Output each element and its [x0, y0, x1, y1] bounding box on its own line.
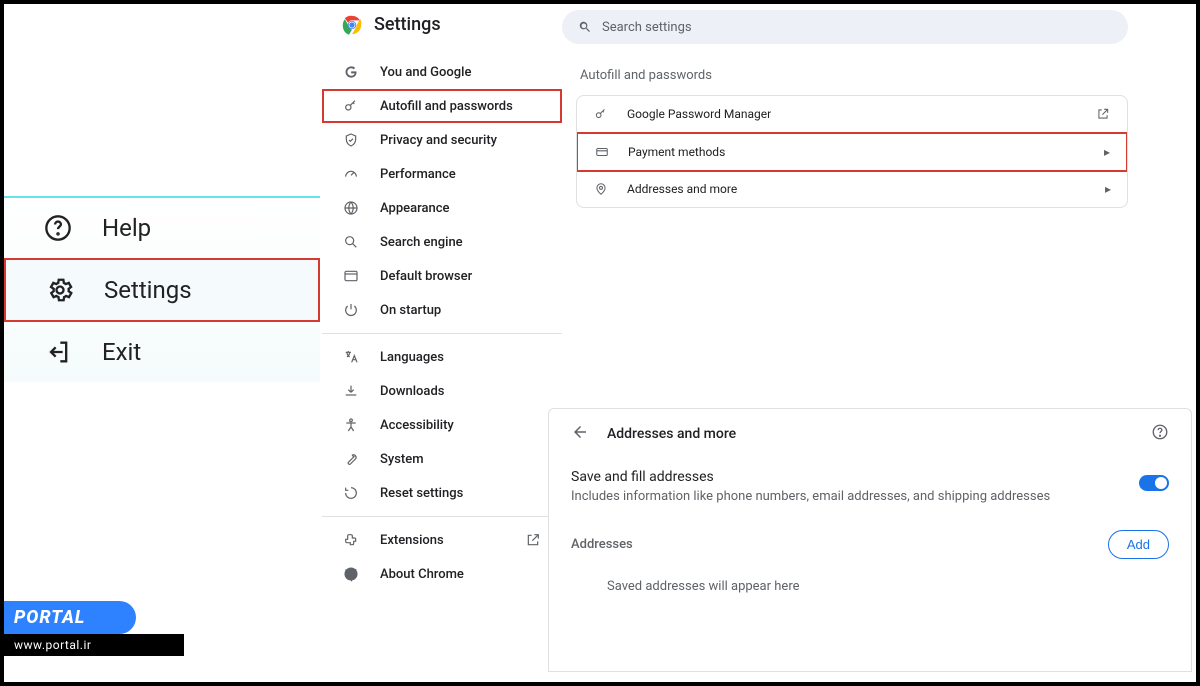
row-label: Payment methods — [628, 145, 1086, 159]
nav-label: On startup — [380, 303, 441, 318]
nav-about[interactable]: About Chrome — [322, 557, 562, 591]
shield-icon — [342, 131, 360, 149]
nav-extensions[interactable]: Extensions — [322, 523, 562, 557]
credit-card-icon — [594, 144, 610, 160]
portal-url: www.portal.ir — [4, 634, 184, 656]
row-password-manager[interactable]: Google Password Manager — [577, 96, 1127, 133]
addresses-header-row: Addresses Add — [571, 530, 1169, 559]
speedometer-icon — [342, 165, 360, 183]
nav-group-1: You and Google Autofill and passwords Pr… — [322, 49, 562, 334]
wrench-icon — [342, 450, 360, 468]
chrome-logo-icon — [342, 15, 362, 35]
search-settings-input[interactable]: Search settings — [562, 10, 1128, 44]
save-fill-title: Save and fill addresses — [571, 469, 1139, 485]
extension-icon — [342, 531, 360, 549]
row-label: Addresses and more — [627, 182, 1087, 196]
nav-label: Reset settings — [380, 486, 463, 501]
portal-brand: PORTAL — [4, 601, 136, 634]
subpanel-title: Addresses and more — [607, 426, 1133, 442]
key-icon — [593, 106, 609, 122]
section-title: Autofill and passwords — [580, 68, 1186, 83]
nav-search-engine[interactable]: Search engine — [322, 225, 562, 259]
open-external-icon — [524, 531, 542, 549]
settings-header: Settings — [322, 10, 562, 49]
google-g-icon — [342, 63, 360, 81]
app-menu-settings[interactable]: Settings — [4, 258, 320, 322]
reset-icon — [342, 484, 360, 502]
row-payment-methods[interactable]: Payment methods ▸ — [576, 132, 1128, 172]
chrome-outline-icon — [342, 565, 360, 583]
power-icon — [342, 301, 360, 319]
settings-title: Settings — [374, 14, 441, 35]
nav-label: Accessibility — [380, 418, 454, 433]
exit-icon — [44, 338, 72, 366]
portal-watermark: PORTAL www.portal.ir — [4, 601, 184, 656]
save-fill-desc: Includes information like phone numbers,… — [571, 489, 1139, 504]
addresses-label: Addresses — [571, 537, 1108, 552]
nav-label: You and Google — [380, 65, 471, 80]
nav-you-and-google[interactable]: You and Google — [322, 55, 562, 89]
app-menu-help-label: Help — [102, 214, 151, 242]
help-circle-icon — [1151, 423, 1169, 441]
add-address-button[interactable]: Add — [1108, 530, 1169, 559]
search-icon — [342, 233, 360, 251]
settings-main: Search settings Autofill and passwords G… — [562, 10, 1186, 672]
nav-label: Default browser — [380, 269, 472, 284]
nav-label: Languages — [380, 350, 444, 365]
translate-icon — [342, 348, 360, 366]
search-icon — [578, 20, 592, 34]
nav-group-3: Extensions About Chrome — [322, 517, 562, 597]
app-menu-help[interactable]: Help — [4, 198, 320, 258]
key-icon — [342, 97, 360, 115]
nav-label: Appearance — [380, 201, 449, 216]
back-button[interactable] — [571, 423, 589, 445]
nav-privacy[interactable]: Privacy and security — [322, 123, 562, 157]
app-menu-exit[interactable]: Exit — [4, 322, 320, 382]
row-addresses[interactable]: Addresses and more ▸ — [577, 171, 1127, 207]
app-menu-settings-label: Settings — [104, 276, 192, 304]
arrow-left-icon — [571, 423, 589, 441]
nav-label: Extensions — [380, 533, 504, 548]
empty-addresses-message: Saved addresses will appear here — [607, 579, 1169, 594]
nav-label: Privacy and security — [380, 133, 497, 148]
subpanel-help-button[interactable] — [1151, 423, 1169, 445]
save-fill-addresses-row: Save and fill addresses Includes informa… — [571, 469, 1169, 504]
nav-label: Search engine — [380, 235, 463, 250]
save-fill-toggle[interactable] — [1139, 475, 1169, 491]
nav-performance[interactable]: Performance — [322, 157, 562, 191]
nav-appearance[interactable]: Appearance — [322, 191, 562, 225]
nav-label: System — [380, 452, 424, 467]
location-pin-icon — [593, 181, 609, 197]
accessibility-icon — [342, 416, 360, 434]
nav-languages[interactable]: Languages — [322, 340, 562, 374]
autofill-card: Google Password Manager Payment methods … — [576, 95, 1128, 208]
download-icon — [342, 382, 360, 400]
nav-autofill[interactable]: Autofill and passwords — [322, 89, 562, 123]
chevron-right-icon: ▸ — [1105, 182, 1111, 196]
search-placeholder: Search settings — [602, 20, 692, 35]
chevron-right-icon: ▸ — [1104, 145, 1110, 159]
row-label: Google Password Manager — [627, 107, 1077, 121]
app-menu-exit-label: Exit — [102, 338, 141, 366]
settings-sidebar: Settings You and Google Autofill and pas… — [322, 4, 562, 597]
nav-label: Autofill and passwords — [380, 99, 513, 114]
nav-on-startup[interactable]: On startup — [322, 293, 562, 327]
browser-window-icon — [342, 267, 360, 285]
open-external-icon — [1095, 106, 1111, 122]
nav-system[interactable]: System — [322, 442, 562, 476]
addresses-subpanel: Addresses and more Save and fill address… — [548, 408, 1192, 672]
nav-accessibility[interactable]: Accessibility — [322, 408, 562, 442]
nav-reset[interactable]: Reset settings — [322, 476, 562, 510]
app-context-menu: Help Settings Exit — [4, 196, 320, 382]
help-circle-icon — [44, 214, 72, 242]
nav-label: Downloads — [380, 384, 444, 399]
nav-default-browser[interactable]: Default browser — [322, 259, 562, 293]
nav-downloads[interactable]: Downloads — [322, 374, 562, 408]
web-icon — [342, 199, 360, 217]
nav-label: About Chrome — [380, 567, 464, 582]
nav-label: Performance — [380, 167, 456, 182]
nav-group-2: Languages Downloads Accessibility System… — [322, 334, 562, 517]
subpanel-header: Addresses and more — [571, 423, 1169, 445]
gear-icon — [46, 276, 74, 304]
